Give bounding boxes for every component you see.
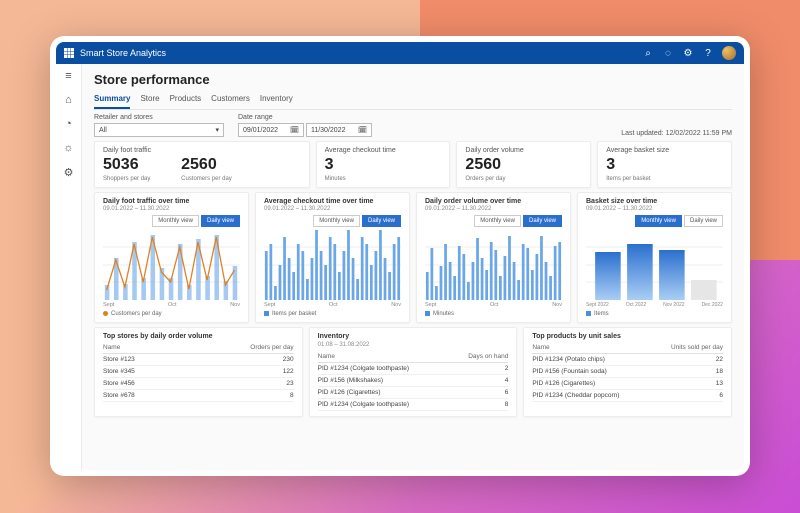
table-row: Store #123230 bbox=[103, 354, 294, 366]
retailer-label: Retailer and stores bbox=[94, 114, 224, 121]
kpi-title: Daily foot traffic bbox=[103, 147, 151, 154]
tab-inventory[interactable]: Inventory bbox=[260, 91, 293, 109]
table-row: Store #6788 bbox=[103, 390, 294, 402]
table-row: PID #126 (Cigarettes)13 bbox=[532, 378, 723, 390]
table-row: PID #1234 (Cheddar popcorn)6 bbox=[532, 390, 723, 402]
kpi-checkout-time: Average checkout time 3 Minutes bbox=[316, 141, 451, 188]
toggle-monthly[interactable]: Monthly view bbox=[152, 215, 199, 227]
toggle-daily[interactable]: Daily view bbox=[201, 215, 240, 227]
page-title: Store performance bbox=[94, 72, 732, 87]
app-grid-icon[interactable] bbox=[64, 48, 74, 58]
search-icon[interactable]: ⌕ bbox=[638, 48, 658, 59]
top-bar: Smart Store Analytics ⌕ ◌ ⚙ ? bbox=[56, 42, 744, 64]
left-sidebar: ≡ ⌂ ◔ ☼ ⚙ bbox=[56, 64, 82, 470]
date-from-input[interactable]: 09/01/2022 🗓 bbox=[238, 123, 304, 137]
toggle-daily[interactable]: Daily view bbox=[523, 215, 562, 227]
tab-summary[interactable]: Summary bbox=[94, 91, 130, 109]
table-row: PID #126 (Cigarettes)6 bbox=[318, 387, 509, 399]
kpi-foot-traffic: Daily foot traffic 5036 Shoppers per day… bbox=[94, 141, 310, 188]
kpi-basket-size: Average basket size 3 Items per basket bbox=[597, 141, 732, 188]
kpi-order-volume: Daily order volume 2560 Orders per day bbox=[456, 141, 591, 188]
last-updated: Last updated: 12/02/2022 11:59 PM bbox=[621, 130, 732, 137]
toggle-monthly[interactable]: Monthly view bbox=[635, 215, 682, 227]
user-avatar[interactable] bbox=[722, 46, 736, 60]
table-row: PID #156 (Fountain soda)18 bbox=[532, 366, 723, 378]
table-top-products: Top products by unit sales NameUnits sol… bbox=[523, 327, 732, 417]
table-inventory: Inventory 01.08 – 31.08.2022 NameDays on… bbox=[309, 327, 518, 417]
chart-order-volume: Daily order volume over time 09.01.2022 … bbox=[416, 192, 571, 323]
square-icon bbox=[586, 311, 591, 316]
settings-icon[interactable]: ⚙ bbox=[678, 48, 698, 59]
toggle-daily[interactable]: Daily view bbox=[362, 215, 401, 227]
home-icon[interactable]: ⌂ bbox=[62, 94, 76, 108]
retailer-value: All bbox=[99, 127, 107, 134]
table-row: Store #45623 bbox=[103, 378, 294, 390]
notifications-icon[interactable]: ◌ bbox=[658, 48, 678, 59]
tab-products[interactable]: Products bbox=[170, 91, 202, 109]
table-row: PID #1234 (Potato chips)22 bbox=[532, 354, 723, 366]
date-from-value: 09/01/2022 bbox=[243, 127, 278, 134]
toggle-monthly[interactable]: Monthly view bbox=[474, 215, 521, 227]
chart-foot-traffic: Daily foot traffic over time 09.01.2022 … bbox=[94, 192, 249, 323]
main-content: Store performance Summary Store Products… bbox=[82, 64, 744, 470]
table-row: PID #1234 (Colgate toothpaste)2 bbox=[318, 363, 509, 375]
lightbulb-icon[interactable]: ☼ bbox=[62, 142, 76, 156]
app-title: Smart Store Analytics bbox=[80, 48, 166, 58]
dot-icon bbox=[103, 311, 108, 316]
kpi-value: 5036 bbox=[103, 156, 151, 174]
kpi-sub-2: Customers per day bbox=[181, 176, 232, 182]
calendar-icon: 🗓 bbox=[358, 126, 367, 134]
table-row: Store #345122 bbox=[103, 366, 294, 378]
insights-icon[interactable]: ◔ bbox=[62, 118, 76, 132]
date-range-label: Date range bbox=[238, 114, 372, 121]
filter-row: Retailer and stores All ▾ Date range 09/… bbox=[94, 114, 732, 137]
table-top-stores: Top stores by daily order volume NameOrd… bbox=[94, 327, 303, 417]
help-icon[interactable]: ? bbox=[698, 48, 718, 59]
menu-icon[interactable]: ≡ bbox=[62, 70, 76, 84]
date-to-value: 11/30/2022 bbox=[311, 127, 346, 134]
table-row: PID #1234 (Colgate toothpaste)8 bbox=[318, 399, 509, 411]
chevron-down-icon: ▾ bbox=[215, 126, 219, 134]
square-icon bbox=[264, 311, 269, 316]
app-window: Smart Store Analytics ⌕ ◌ ⚙ ? ≡ ⌂ ◔ ☼ ⚙ … bbox=[50, 36, 750, 476]
tab-bar: Summary Store Products Customers Invento… bbox=[94, 91, 732, 110]
calendar-icon: 🗓 bbox=[290, 126, 299, 134]
retailer-select[interactable]: All ▾ bbox=[94, 123, 224, 137]
tab-store[interactable]: Store bbox=[140, 91, 159, 109]
chart-checkout-time: Average checkout time over time 09.01.20… bbox=[255, 192, 410, 323]
date-to-input[interactable]: 11/30/2022 🗓 bbox=[306, 123, 372, 137]
kpi-value-2: 2560 bbox=[181, 156, 232, 174]
square-icon bbox=[425, 311, 430, 316]
toggle-monthly[interactable]: Monthly view bbox=[313, 215, 360, 227]
chart-basket-size: Basket size over time 09.01.2022 – 11.30… bbox=[577, 192, 732, 323]
tab-customers[interactable]: Customers bbox=[211, 91, 250, 109]
gear-icon[interactable]: ⚙ bbox=[62, 166, 76, 180]
table-row: PID #156 (Milkshakes)4 bbox=[318, 375, 509, 387]
toggle-daily[interactable]: Daily view bbox=[684, 215, 723, 227]
kpi-sub: Shoppers per day bbox=[103, 176, 151, 182]
